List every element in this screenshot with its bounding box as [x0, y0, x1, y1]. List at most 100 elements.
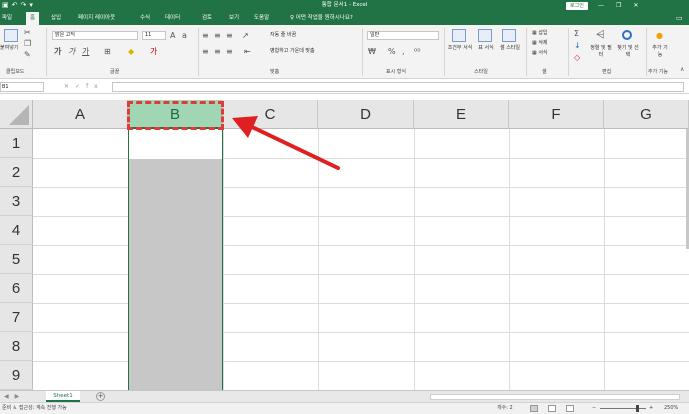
- accounting-icon[interactable]: ₩: [368, 47, 376, 56]
- fill-color-icon[interactable]: ◆: [128, 47, 134, 56]
- conditional-format-button[interactable]: 조건부 서식: [446, 45, 474, 52]
- merge-center-button[interactable]: 병합하고 가운데 맞춤: [270, 48, 315, 55]
- count-status: 개수: 2: [497, 405, 513, 411]
- tab-home[interactable]: 홈: [26, 12, 40, 25]
- conditional-format-icon[interactable]: [452, 29, 466, 42]
- sheet-tab-bar: ◀▶ Sheet1 +: [0, 390, 689, 402]
- name-box[interactable]: B1: [0, 82, 44, 92]
- find-select-icon[interactable]: [622, 30, 632, 40]
- addins-icon[interactable]: ●: [656, 31, 663, 40]
- clear-icon[interactable]: ◇: [574, 53, 580, 62]
- paste-label[interactable]: 붙여넣기: [0, 45, 18, 52]
- worksheet-grid: A B C D E F G 1 2 3 4 5 6 7 8 9: [0, 100, 689, 390]
- ready-status: 준비: [2, 405, 12, 411]
- format-cells-button[interactable]: ▦ 서식: [532, 50, 548, 57]
- login-button[interactable]: 로그인: [566, 2, 588, 10]
- horizontal-scrollbar[interactable]: [430, 394, 680, 400]
- tab-formulas[interactable]: 수식: [140, 12, 150, 25]
- cell-styles-button[interactable]: 셀 스타일: [498, 45, 522, 52]
- zoom-slider-thumb[interactable]: [636, 405, 639, 412]
- tab-data[interactable]: 데이터: [165, 12, 180, 25]
- grow-font-icon[interactable]: A: [170, 31, 175, 40]
- page-break-view-icon[interactable]: [566, 405, 574, 412]
- top-align-icon[interactable]: ≡: [202, 31, 209, 40]
- group-addins: 추가 기능: [648, 69, 668, 75]
- formula-bar: B1 ✕✓fx: [0, 80, 689, 94]
- group-alignment: 맞춤: [270, 69, 280, 75]
- formula-bar-icons: ✕✓fx: [64, 82, 104, 92]
- format-table-icon[interactable]: [478, 29, 492, 42]
- title-bar: ▣ ↶ ↷ ▾ 통합 문서1 - Excel 로그인 — ❐ ✕: [0, 0, 689, 12]
- underline-icon[interactable]: 가: [82, 47, 89, 56]
- autosum-icon[interactable]: Σ: [574, 29, 579, 38]
- page-layout-view-icon[interactable]: [548, 405, 556, 412]
- tab-insert[interactable]: 삽입: [51, 12, 61, 25]
- sort-filter-icon[interactable]: ⩤: [596, 29, 605, 40]
- tab-review[interactable]: 검토: [202, 12, 212, 25]
- comments-icon[interactable]: ▭: [676, 12, 683, 25]
- zoom-in-icon[interactable]: +: [649, 403, 653, 414]
- annotation-arrow-icon: [232, 116, 340, 170]
- center-align-icon[interactable]: ≡: [214, 47, 221, 56]
- format-painter-icon[interactable]: ✎: [24, 50, 31, 59]
- bold-icon[interactable]: 가: [54, 47, 61, 56]
- function-icon[interactable]: fx: [86, 83, 104, 90]
- right-align-icon[interactable]: ≡: [226, 47, 233, 56]
- restore-icon[interactable]: ❐: [616, 1, 621, 10]
- italic-icon[interactable]: 가: [68, 47, 75, 56]
- delete-cells-button[interactable]: ▦ 삭제: [532, 40, 548, 47]
- tab-help[interactable]: 도움말: [254, 12, 269, 25]
- number-format-select[interactable]: 일반: [367, 31, 439, 40]
- tab-page-layout[interactable]: 페이지 레이아웃: [78, 12, 115, 25]
- zoom-out-icon[interactable]: −: [592, 403, 596, 414]
- border-icon[interactable]: ⊞: [104, 47, 111, 56]
- ribbon: 붙여넣기 ✂ ❐ ✎ 클립보드 맑은 고딕 11 A a 가 가 가 ⊞ ◆ 가…: [0, 25, 689, 79]
- cancel-icon[interactable]: ✕: [64, 83, 75, 90]
- formula-input[interactable]: [112, 82, 684, 92]
- find-select-button[interactable]: 찾기 및 선택: [616, 45, 640, 59]
- sort-filter-button[interactable]: 정렬 및 필터: [590, 45, 612, 59]
- group-cells: 셀: [542, 69, 547, 75]
- collapse-ribbon-icon[interactable]: ∧: [680, 65, 684, 74]
- percent-icon[interactable]: %: [388, 47, 396, 56]
- cell-styles-icon[interactable]: [502, 29, 516, 42]
- increase-decimal-icon[interactable]: ⁰⁰: [414, 47, 420, 56]
- zoom-level[interactable]: 250%: [664, 403, 678, 414]
- group-font: 글꼴: [110, 69, 120, 75]
- tab-file[interactable]: 파일: [2, 12, 12, 25]
- close-icon[interactable]: ✕: [633, 1, 638, 10]
- orientation-icon[interactable]: ↗: [242, 31, 249, 40]
- cut-icon[interactable]: ✂: [24, 28, 31, 37]
- normal-view-icon[interactable]: [530, 405, 538, 412]
- middle-align-icon[interactable]: ≡: [214, 31, 221, 40]
- fill-icon[interactable]: ↓: [574, 41, 581, 50]
- insert-cells-button[interactable]: ▦ 삽입: [532, 30, 548, 37]
- addins-button[interactable]: 추가 기능: [652, 45, 668, 59]
- font-size-select[interactable]: 11: [142, 31, 166, 40]
- tab-view[interactable]: 보기: [229, 12, 239, 25]
- sheet-nav-arrows[interactable]: ◀▶: [4, 391, 25, 402]
- format-table-button[interactable]: 표 서식: [475, 45, 497, 52]
- comma-icon[interactable]: ,: [402, 47, 405, 56]
- tell-me-search[interactable]: ♀ 어떤 작업을 원하시나요?: [290, 12, 353, 25]
- shrink-font-icon[interactable]: a: [182, 31, 187, 40]
- sheet-tab-sheet1[interactable]: Sheet1: [46, 391, 80, 402]
- font-name-select[interactable]: 맑은 고딕: [52, 31, 138, 40]
- copy-icon[interactable]: ❐: [24, 39, 31, 48]
- font-color-icon[interactable]: 가: [150, 47, 157, 56]
- paste-icon[interactable]: [4, 29, 18, 42]
- left-align-icon[interactable]: ≡: [202, 47, 209, 56]
- group-editing: 편집: [602, 69, 612, 75]
- wrap-text-button[interactable]: 자동 줄 바꿈: [270, 32, 296, 39]
- zoom-slider[interactable]: [600, 408, 646, 409]
- minimize-icon[interactable]: —: [598, 1, 604, 10]
- add-sheet-icon[interactable]: +: [96, 392, 105, 401]
- group-styles: 스타일: [474, 69, 488, 75]
- status-bar: 준비 ♿ 접근성: 계속 진행 가능 개수: 2 − + 250%: [0, 402, 689, 414]
- bottom-align-icon[interactable]: ≡: [226, 31, 233, 40]
- indent-icon[interactable]: ⇤: [244, 47, 251, 56]
- enter-icon[interactable]: ✓: [75, 83, 86, 90]
- group-number: 표시 형식: [386, 69, 406, 75]
- group-clipboard: 클립보드: [6, 69, 25, 75]
- accessibility-status[interactable]: 접근성: 계속 진행 가능: [19, 405, 67, 411]
